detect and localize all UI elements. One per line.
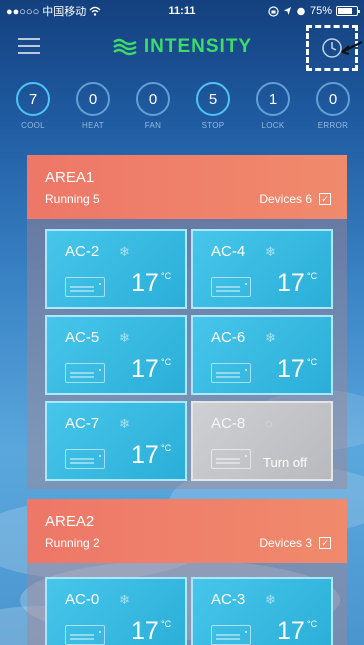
ac-temperature-unit: °C <box>161 271 172 281</box>
ac-unit-icon <box>211 449 251 469</box>
area-device-count: Devices 3 <box>259 536 312 550</box>
ac-temperature-unit: °C <box>161 619 172 629</box>
stat-label: FAN <box>144 121 162 130</box>
snowflake-icon: ❄ <box>119 244 130 259</box>
power-ring-icon: ◌ <box>265 416 273 431</box>
ac-temperature: 17 <box>131 355 159 383</box>
ac-card-ac-4[interactable]: AC-4 ❄ 17 °C <box>191 229 333 309</box>
ac-card-ac-8[interactable]: AC-8 ◌ Turn off <box>191 401 333 481</box>
ac-temperature-unit: °C <box>307 357 318 367</box>
snowflake-icon: ❄ <box>119 330 130 345</box>
snowflake-icon: ❄ <box>265 330 276 345</box>
stat-cool[interactable]: 7 COOL <box>6 82 60 130</box>
stat-label: STOP <box>201 121 225 130</box>
menu-icon[interactable] <box>18 38 40 54</box>
stat-label: HEAT <box>82 121 104 130</box>
wave-logo-icon <box>113 38 137 56</box>
ac-name: AC-6 <box>211 329 246 346</box>
ac-card-ac-0[interactable]: AC-0 ❄ 17 °C <box>45 577 187 645</box>
snowflake-icon: ❄ <box>265 592 276 607</box>
area-body-area2: AC-0 ❄ 17 °C AC-3 ❄ 17 °C <box>27 563 347 645</box>
ac-temperature-unit: °C <box>307 619 318 629</box>
stat-label: LOCK <box>261 121 285 130</box>
ac-card-ac-5[interactable]: AC-5 ❄ 17 °C <box>45 315 187 395</box>
ac-temperature-unit: °C <box>161 357 172 367</box>
area-checkbox[interactable]: ✓ <box>319 193 331 205</box>
ac-card-ac-3[interactable]: AC-3 ❄ 17 °C <box>191 577 333 645</box>
logo-text: INTENSITY <box>143 36 253 57</box>
area-header-area1[interactable]: AREA1 Running 5 Devices 6 ✓ <box>27 155 347 219</box>
ac-temperature: 17 <box>277 355 305 383</box>
ac-temperature: 17 <box>131 441 159 469</box>
ac-name: AC-0 <box>65 591 100 608</box>
ac-name: AC-7 <box>65 415 100 432</box>
stat-value: 0 <box>76 82 110 116</box>
ac-unit-icon <box>65 363 105 383</box>
area-title: AREA2 <box>45 513 95 530</box>
stat-value: 0 <box>136 82 170 116</box>
ac-off-label: Turn off <box>263 455 308 470</box>
pointer-arrow-icon <box>341 41 363 55</box>
ac-card-ac-6[interactable]: AC-6 ❄ 17 °C <box>191 315 333 395</box>
stat-lock[interactable]: 1 LOCK <box>246 82 300 130</box>
ac-temperature-unit: °C <box>307 271 318 281</box>
mode-stats: 7 COOL 0 HEAT 0 FAN 5 STOP 1 LOCK 0 ERRO… <box>0 82 364 136</box>
battery-icon <box>336 6 360 16</box>
ac-temperature: 17 <box>277 269 305 297</box>
ac-unit-icon <box>211 277 251 297</box>
app-logo: INTENSITY <box>112 36 252 58</box>
area-title: AREA1 <box>45 169 95 186</box>
stat-value: 5 <box>196 82 230 116</box>
stat-value: 0 <box>316 82 350 116</box>
ac-unit-icon <box>65 625 105 645</box>
ac-card-ac-7[interactable]: AC-7 ❄ 17 °C <box>45 401 187 481</box>
app-header: INTENSITY <box>0 22 364 72</box>
snowflake-icon: ❄ <box>265 244 276 259</box>
ac-name: AC-8 <box>211 415 246 432</box>
snowflake-icon: ❄ <box>119 416 130 431</box>
status-bar: ●●○○○ 中国移动 11:11 75% <box>0 0 364 22</box>
stat-label: ERROR <box>317 121 349 130</box>
ac-temperature: 17 <box>277 617 305 645</box>
stat-fan[interactable]: 0 FAN <box>126 82 180 130</box>
ac-name: AC-3 <box>211 591 246 608</box>
ac-temperature: 17 <box>131 269 159 297</box>
stat-error[interactable]: 0 ERROR <box>306 82 360 130</box>
status-time: 11:11 <box>168 5 196 17</box>
snowflake-icon: ❄ <box>119 592 130 607</box>
stat-value: 1 <box>256 82 290 116</box>
stat-label: COOL <box>21 121 45 130</box>
stat-value: 7 <box>16 82 50 116</box>
ac-unit-icon <box>211 625 251 645</box>
area-device-count: Devices 6 <box>259 192 312 206</box>
ac-unit-icon <box>65 449 105 469</box>
area-checkbox[interactable]: ✓ <box>319 537 331 549</box>
ac-unit-icon <box>65 277 105 297</box>
ac-name: AC-5 <box>65 329 100 346</box>
ac-temperature: 17 <box>131 617 159 645</box>
area-body-area1: AC-2 ❄ 17 °C AC-4 ❄ 17 °C AC-5 ❄ 17 °C A… <box>27 219 347 489</box>
ac-temperature-unit: °C <box>161 443 172 453</box>
stat-stop[interactable]: 5 STOP <box>186 82 240 130</box>
ac-name: AC-4 <box>211 243 246 260</box>
ac-unit-icon <box>211 363 251 383</box>
ac-card-ac-2[interactable]: AC-2 ❄ 17 °C <box>45 229 187 309</box>
area-header-area2[interactable]: AREA2 Running 2 Devices 3 ✓ <box>27 499 347 563</box>
ac-name: AC-2 <box>65 243 100 260</box>
stat-heat[interactable]: 0 HEAT <box>66 82 120 130</box>
